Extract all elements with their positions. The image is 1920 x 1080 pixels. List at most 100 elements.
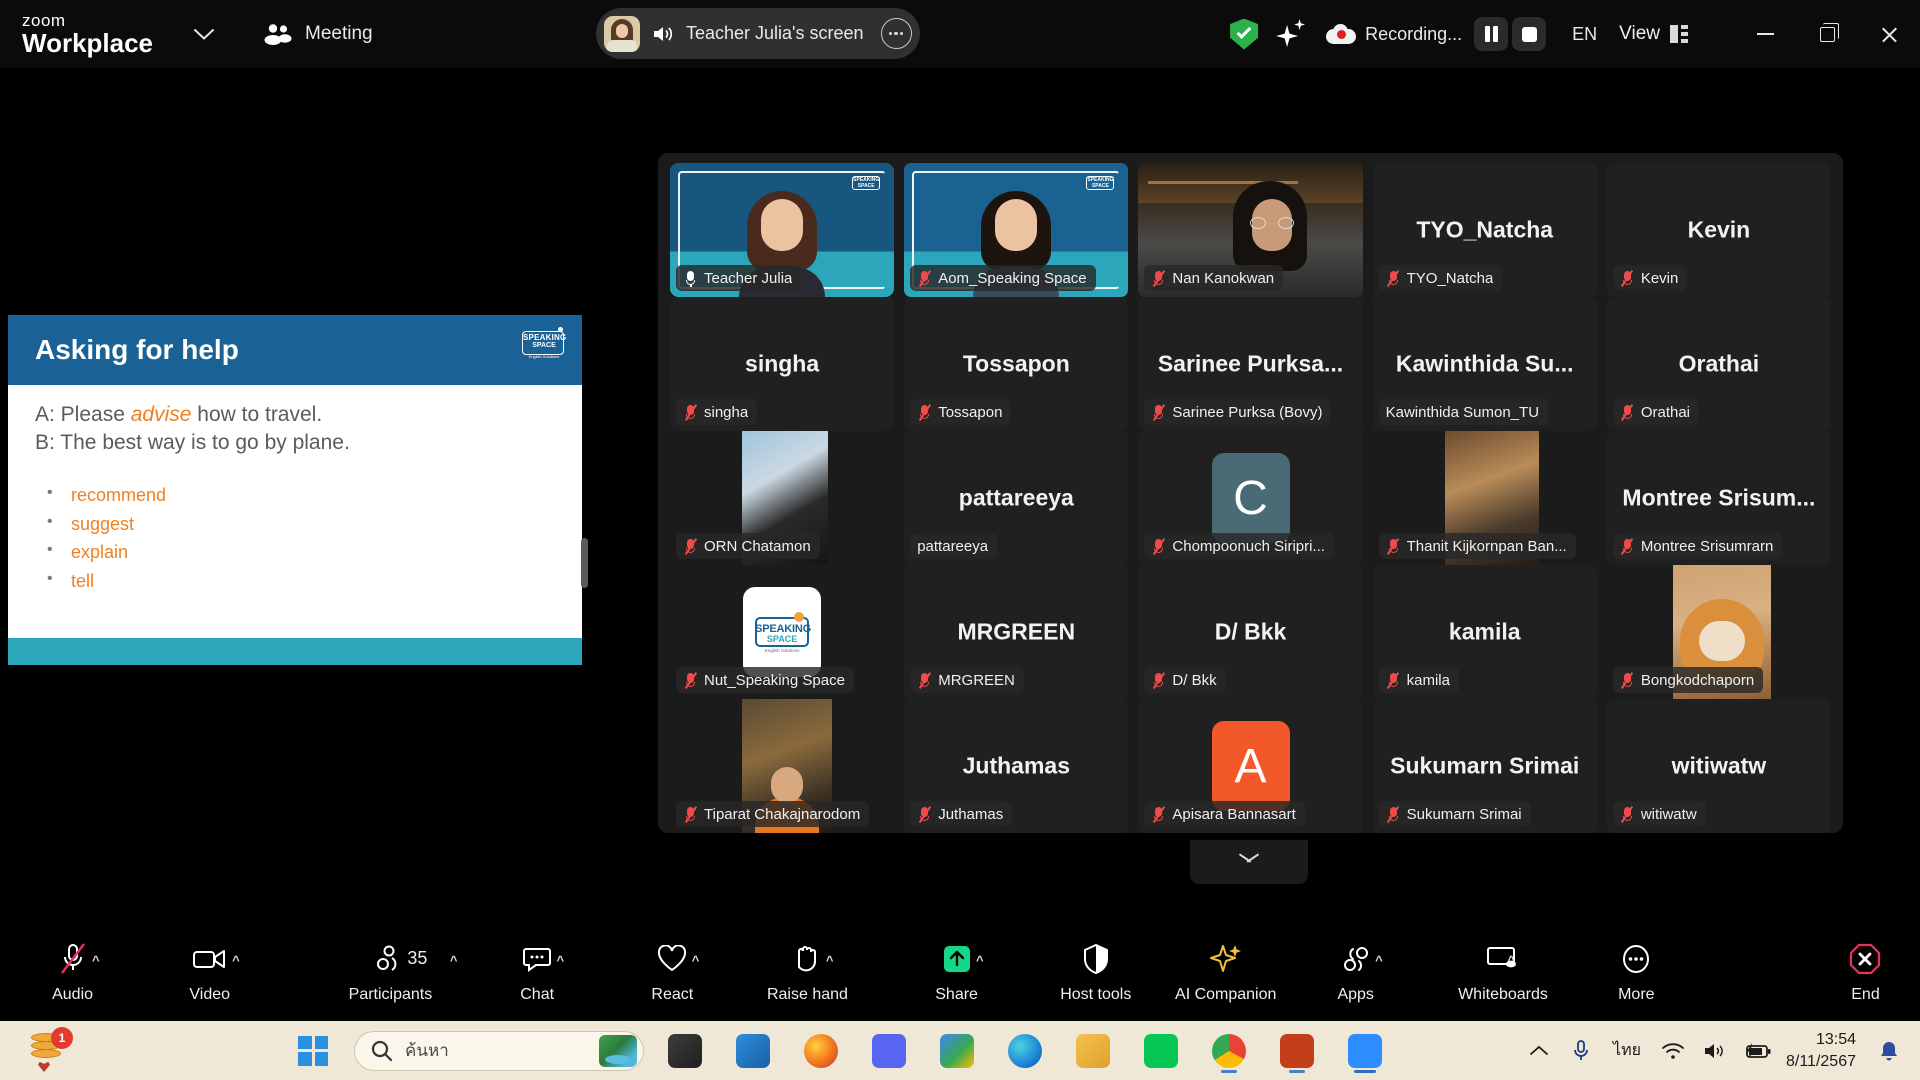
screen-share-status-pill[interactable]: Teacher Julia's screen <box>596 8 920 59</box>
react-options-chevron-icon[interactable]: ^ <box>692 953 700 968</box>
search-input[interactable]: ค้นหา <box>354 1030 644 1071</box>
workspace-chevron-down-icon[interactable] <box>193 28 215 41</box>
taskbar-app-zoom[interactable] <box>1338 1027 1392 1075</box>
taskview-button[interactable] <box>658 1027 712 1075</box>
toolbar-video-button[interactable]: ^ Video <box>155 939 264 1004</box>
participant-tile-chompoonuch[interactable]: C Chompoonuch Siripri... <box>1138 431 1363 565</box>
tray-overflow-chevron-icon[interactable] <box>1518 1029 1560 1073</box>
stage-scrollbar[interactable] <box>581 538 588 588</box>
bing-wallpaper-icon[interactable] <box>599 1034 637 1067</box>
participant-display-name: pattareeya <box>958 484 1074 511</box>
participant-name: kamila <box>1406 671 1450 689</box>
toolbar-react-button[interactable]: ^ React <box>618 939 727 1004</box>
participant-name-badge: Tossapon <box>910 399 1012 425</box>
toolbar-label: Video <box>189 985 231 1003</box>
apps-options-chevron-icon[interactable]: ^ <box>1375 953 1383 968</box>
participant-tile-aom[interactable]: SPEAKING SPACE Aom_Speaking Space <box>904 163 1129 297</box>
participant-tile-nut-speaking-space[interactable]: SPEAKING SPACE English Solutions Nut_Speak… <box>670 565 895 699</box>
toolbar-more-button[interactable]: More <box>1582 939 1691 1004</box>
toolbar-host-tools-button[interactable]: Host tools <box>1041 939 1150 1004</box>
taskbar-app-discord[interactable] <box>862 1027 916 1075</box>
toolbar-participants-button[interactable]: 35 ^ Participants <box>330 939 457 1004</box>
avatar: A <box>1211 721 1290 811</box>
participant-tile-d-bkk[interactable]: D/ Bkk D/ Bkk <box>1138 565 1363 699</box>
windows-taskbar: 1 ค้นหา ไทย 13:54 8/11/2567 <box>0 1021 1920 1080</box>
participant-tile-witiwatw[interactable]: witiwatw witiwatw <box>1606 699 1832 833</box>
participant-tile-montree[interactable]: Montree Srisum... Montree Srisumrarn <box>1606 431 1832 565</box>
window-minimize-button[interactable] <box>1734 0 1796 68</box>
taskbar-app-store[interactable] <box>726 1027 780 1075</box>
participant-tile-teacher-julia[interactable]: SPEAKING SPACE Teacher Julia <box>670 163 895 297</box>
tab-meeting[interactable]: Meeting <box>263 23 373 45</box>
participant-tile-nan-kanokwan[interactable]: Nan Kanokwan <box>1138 163 1363 297</box>
toolbar-ai-companion-button[interactable]: AI Companion <box>1156 939 1295 1004</box>
participant-tile-juthamas[interactable]: Juthamas Juthamas <box>904 699 1129 833</box>
toolbar-raise-hand-button[interactable]: ^ Raise hand <box>753 939 862 1004</box>
chat-options-chevron-icon[interactable]: ^ <box>557 953 565 968</box>
participant-tile-tiparat[interactable]: Tiparat Chakajnarodom <box>670 699 895 833</box>
show-more-participants-button[interactable] <box>1190 840 1308 884</box>
taskbar-app-explorer[interactable] <box>1066 1027 1120 1075</box>
tray-volume-icon[interactable] <box>1694 1029 1736 1073</box>
input-language-indicator[interactable]: EN <box>1572 24 1597 45</box>
toolbar-whiteboards-button[interactable]: ^ Whiteboards <box>1438 939 1568 1004</box>
participant-tile-pattareeya[interactable]: pattareeya pattareeya <box>904 431 1129 565</box>
toolbar-share-button[interactable]: ^ Share <box>902 939 1011 1004</box>
tray-wifi-icon[interactable] <box>1652 1029 1694 1073</box>
video-options-chevron-icon[interactable]: ^ <box>232 953 240 968</box>
microphone-muted-icon <box>917 269 932 287</box>
pause-recording-button[interactable] <box>1474 17 1509 51</box>
cloud-recording-icon <box>1326 24 1357 44</box>
meeting-security-shield-icon[interactable] <box>1230 18 1259 50</box>
tab-meeting-label: Meeting <box>305 23 373 44</box>
participant-tile-sarinee-purksa[interactable]: Sarinee Purksa... Sarinee Purksa (Bovy) <box>1138 297 1363 431</box>
toolbar-chat-button[interactable]: ^ Chat <box>483 939 592 1004</box>
participant-tile-orn-chatamon[interactable]: ORN Chatamon <box>670 431 895 565</box>
taskbar-coins-widget[interactable]: 1 <box>26 1027 73 1072</box>
participant-tile-orathai[interactable]: Orathai Orathai <box>1606 297 1832 431</box>
share-more-options-icon[interactable] <box>880 18 912 49</box>
participant-tile-tyo-natcha[interactable]: TYO_Natcha TYO_Natcha <box>1372 163 1597 297</box>
toolbar-apps-button[interactable]: ^ Apps <box>1301 939 1410 1004</box>
whiteboards-options-chevron-icon[interactable]: ^ <box>1507 953 1515 968</box>
participant-tile-kawinthida[interactable]: Kawinthida Su... Kawinthida Sumon_TU <box>1372 297 1597 431</box>
window-restore-button[interactable] <box>1796 0 1858 68</box>
participant-tile-sukumarn[interactable]: Sukumarn Srimai Sukumarn Srimai <box>1372 699 1597 833</box>
tray-language-indicator[interactable]: ไทย <box>1602 1029 1652 1073</box>
view-layout-button[interactable]: View <box>1619 23 1690 45</box>
taskbar-app-edge[interactable] <box>998 1027 1052 1075</box>
window-close-button[interactable] <box>1858 0 1920 68</box>
avatar-initial: C <box>1233 471 1268 525</box>
toolbar-audio-button[interactable]: ^ Audio <box>18 939 127 1004</box>
participant-tile-tossapon[interactable]: Tossapon Tossapon <box>904 297 1129 431</box>
start-button[interactable] <box>286 1027 340 1075</box>
participant-tile-kevin[interactable]: Kevin Kevin <box>1606 163 1832 297</box>
participant-tile-apisara[interactable]: A Apisara Bannasart <box>1138 699 1363 833</box>
taskbar-app-drive[interactable] <box>930 1027 984 1075</box>
taskbar-app-firefox[interactable] <box>794 1027 848 1075</box>
participant-tile-mrgreen[interactable]: MRGREEN MRGREEN <box>904 565 1129 699</box>
participant-tile-bongkodchaporn[interactable]: Bongkodchaporn <box>1606 565 1832 699</box>
taskbar-app-line[interactable] <box>1134 1027 1188 1075</box>
toolbar-end-button[interactable]: End <box>1811 939 1920 1004</box>
taskbar-app-chrome[interactable] <box>1202 1027 1256 1075</box>
stop-recording-button[interactable] <box>1512 17 1547 51</box>
taskbar-clock[interactable]: 13:54 8/11/2567 <box>1786 1029 1856 1071</box>
brand-workplace: Workplace <box>22 28 154 58</box>
ai-companion-sparkle-icon[interactable] <box>1276 19 1306 49</box>
participant-tile-singha[interactable]: singha singha <box>670 297 895 431</box>
audio-options-chevron-icon[interactable]: ^ <box>92 953 100 968</box>
taskbar-app-powerpoint[interactable] <box>1270 1027 1324 1075</box>
participants-options-chevron-icon[interactable]: ^ <box>450 953 458 968</box>
participant-tile-kamila[interactable]: kamila kamila <box>1372 565 1597 699</box>
camera-icon: ^ <box>192 939 240 979</box>
participant-tile-thanit[interactable]: Thanit Kijkornpan Ban... <box>1372 431 1597 565</box>
tray-battery-charging-icon[interactable] <box>1736 1029 1778 1073</box>
participant-name: Nan Kanokwan <box>1172 269 1275 287</box>
toolbar-label: Audio <box>52 985 94 1003</box>
tray-microphone-icon[interactable] <box>1560 1029 1602 1073</box>
share-options-chevron-icon[interactable]: ^ <box>976 953 984 968</box>
raise-hand-options-chevron-icon[interactable]: ^ <box>826 953 834 968</box>
whiteboard-icon: ^ <box>1487 939 1519 979</box>
tray-notifications-bell-icon[interactable] <box>1868 1029 1910 1073</box>
